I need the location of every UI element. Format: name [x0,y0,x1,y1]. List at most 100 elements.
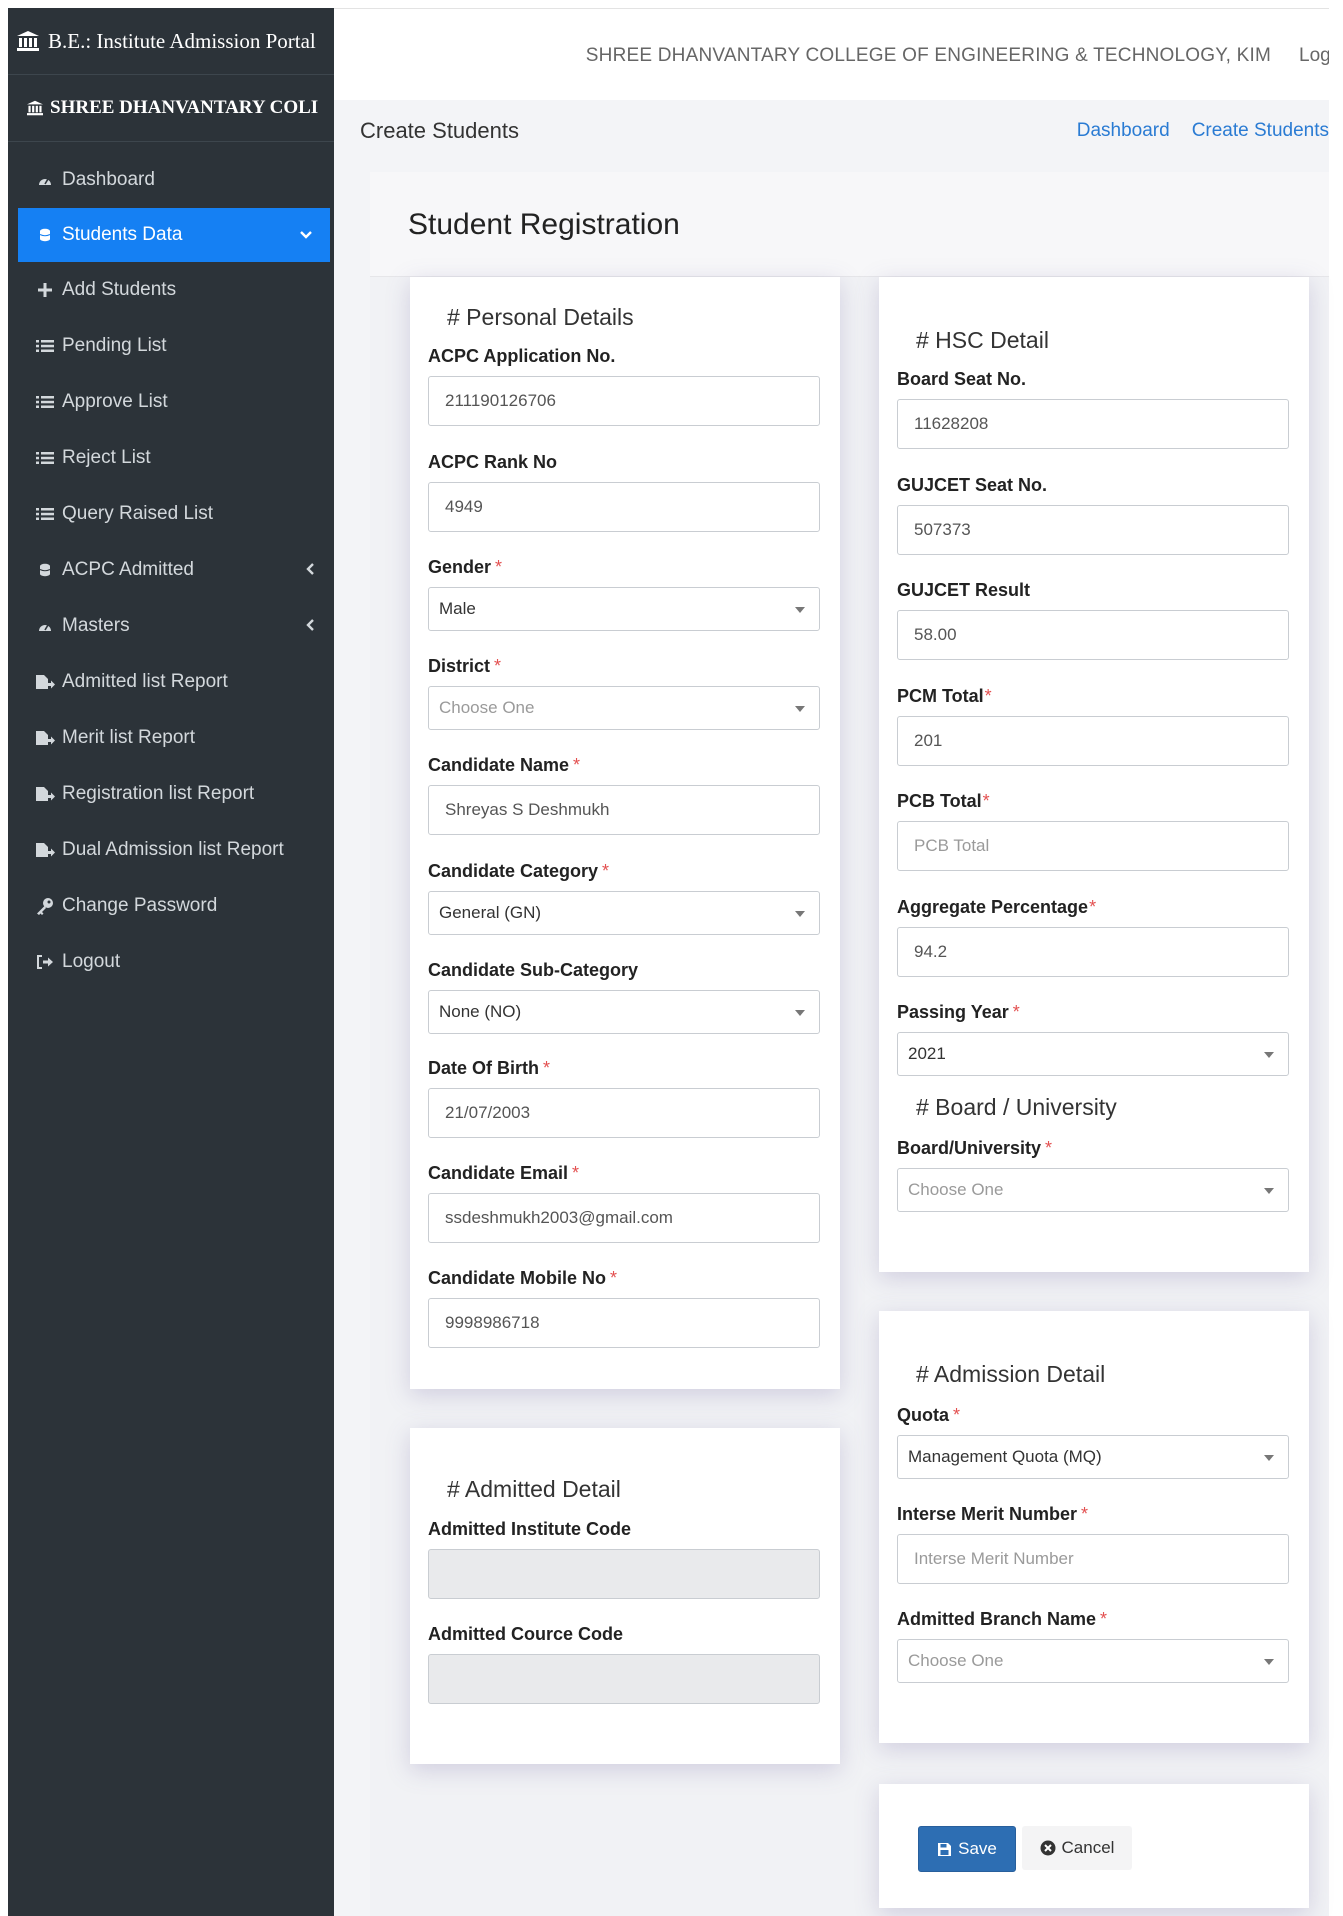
sidebar-item-pending-list[interactable]: Pending List [8,318,334,374]
admission-detail-heading: # Admission Detail [916,1361,1106,1387]
sidebar-item-approve-list[interactable]: Approve List [8,374,334,430]
college-name: SHREE DHANVANTARY COLI [8,75,334,142]
sidebar-item-label: Add Students [62,279,177,300]
quota-select[interactable]: Management Quota (MQ) [897,1435,1289,1479]
required-marker: * [1081,1504,1089,1524]
required-marker: * [1089,897,1097,917]
candidate-email-label-text: Candidate Email [428,1163,569,1183]
pcb-total-input[interactable]: PCB Total [897,821,1289,871]
page-header: Create Students Dashboard Create Students [334,100,1329,162]
required-marker: * [1045,1138,1053,1158]
save-button-label: Save [958,1839,997,1858]
aggregate-percentage-label: Aggregate Percentage* [897,897,1096,918]
passing-year-select[interactable]: 2021 [897,1032,1289,1076]
caret-down-icon [1264,1052,1274,1058]
passing-year-label: Passing Year * [897,1002,1020,1023]
sidebar: B.E.: Institute Admission Portal SHREE D… [8,8,334,1916]
admitted-branch-value: Choose One [908,1651,1004,1670]
sidebar-item-acpc-admitted[interactable]: ACPC Admitted [8,542,334,598]
sidebar-item-query-raised-list[interactable]: Query Raised List [8,486,334,542]
sidebar-item-students-data[interactable]: Students Data [18,208,330,262]
required-marker: * [1100,1609,1108,1629]
institution-icon [26,100,44,116]
candidate-email-input[interactable]: ssdeshmukh2003@gmail.com [428,1193,820,1243]
sidebar-item-label: Students Data [62,224,183,245]
breadcrumb-create-students[interactable]: Create Students [1192,120,1329,141]
sidebar-item-label: Dual Admission list Report [62,839,284,860]
app-title: B.E.: Institute Admission Portal [48,28,316,53]
acpc-rank-input[interactable]: 4949 [428,482,820,532]
candidate-subcategory-label: Candidate Sub-Category [428,960,639,980]
caret-down-icon [795,1010,805,1016]
sidebar-item-label: ACPC Admitted [62,559,194,580]
floppy-disk-icon [937,1842,952,1857]
interse-merit-input[interactable]: Interse Merit Number [897,1534,1289,1584]
required-marker: * [953,1405,961,1425]
district-label-text: District [428,656,491,676]
candidate-category-select[interactable]: General (GN) [428,891,820,935]
sidebar-nav: Dashboard Students Data Add Students Pen… [8,152,334,990]
gender-label: Gender * [428,557,502,578]
board-seat-input[interactable]: 11628208 [897,399,1289,449]
app-brand[interactable]: B.E.: Institute Admission Portal [8,8,334,75]
sidebar-item-reject-list[interactable]: Reject List [8,430,334,486]
sidebar-item-dual-admission-list-report[interactable]: Dual Admission list Report [8,822,334,878]
candidate-email-label: Candidate Email * [428,1163,579,1184]
admitted-branch-select[interactable]: Choose One [897,1639,1289,1683]
candidate-name-input[interactable]: Shreyas S Deshmukh [428,785,820,835]
pcm-total-input[interactable]: 201 [897,716,1289,766]
save-button[interactable]: Save [918,1826,1016,1872]
sidebar-item-change-password[interactable]: Change Password [8,878,334,934]
pcm-total-label-text: PCM Total [897,686,984,706]
candidate-name-label: Candidate Name * [428,755,580,776]
breadcrumb: Dashboard Create Students [1055,120,1329,142]
gender-label-text: Gender [428,557,492,577]
candidate-mobile-input[interactable]: 9998986718 [428,1298,820,1348]
board-university-select[interactable]: Choose One [897,1168,1289,1212]
interse-merit-label-text: Interse Merit Number [897,1504,1078,1524]
candidate-name-label-text: Candidate Name [428,755,570,775]
cancel-button-label: Cancel [1061,1838,1115,1857]
dob-input[interactable]: 21/07/2003 [428,1088,820,1138]
sidebar-item-merit-list-report[interactable]: Merit list Report [8,710,334,766]
board-university-label-text: Board/University [897,1138,1042,1158]
sidebar-item-registration-list-report[interactable]: Registration list Report [8,766,334,822]
admitted-course-code-input[interactable] [428,1654,820,1704]
required-marker: * [543,1058,551,1078]
admitted-branch-label-text: Admitted Branch Name [897,1609,1097,1629]
page: B.E.: Institute Admission Portal SHREE D… [0,0,1343,1916]
institution-icon [16,30,40,52]
caret-down-icon [1264,1455,1274,1461]
breadcrumb-dashboard[interactable]: Dashboard [1077,120,1170,141]
sidebar-item-admitted-list-report[interactable]: Admitted list Report [8,654,334,710]
aggregate-percentage-input[interactable]: 94.2 [897,927,1289,977]
sidebar-item-label: Approve List [62,391,168,412]
candidate-subcategory-select[interactable]: None (NO) [428,990,820,1034]
chevron-left-icon [306,562,316,578]
database-icon [34,225,56,245]
passing-year-label-text: Passing Year [897,1002,1009,1022]
sidebar-item-logout[interactable]: Logout [8,934,334,990]
dashboard-icon [34,170,56,190]
district-select[interactable]: Choose One [428,686,820,730]
database-icon [34,560,56,580]
gujcet-seat-input[interactable]: 507373 [897,505,1289,555]
acpc-application-input[interactable]: 211190126706 [428,376,820,426]
admitted-branch-label: Admitted Branch Name * [897,1609,1107,1630]
sidebar-item-masters[interactable]: Masters [8,598,334,654]
pcm-total-label: PCM Total* [897,686,992,707]
dashboard-icon [34,616,56,636]
quota-label: Quota * [897,1405,960,1426]
candidate-category-value: General (GN) [439,903,542,922]
admitted-institute-code-input[interactable] [428,1549,820,1599]
board-university-heading: # Board / University [916,1094,1117,1120]
gujcet-result-input[interactable]: 58.00 [897,610,1289,660]
logout-link[interactable]: Logout [1299,45,1329,67]
sidebar-item-add-students[interactable]: Add Students [8,262,334,318]
cancel-button[interactable]: Cancel [1022,1826,1132,1870]
gender-select[interactable]: Male [428,587,820,631]
sidebar-item-label: Masters [62,615,130,636]
admitted-course-code-label: Admitted Cource Code [428,1624,624,1644]
sidebar-item-dashboard[interactable]: Dashboard [8,152,334,208]
sidebar-item-label: Change Password [62,895,218,916]
